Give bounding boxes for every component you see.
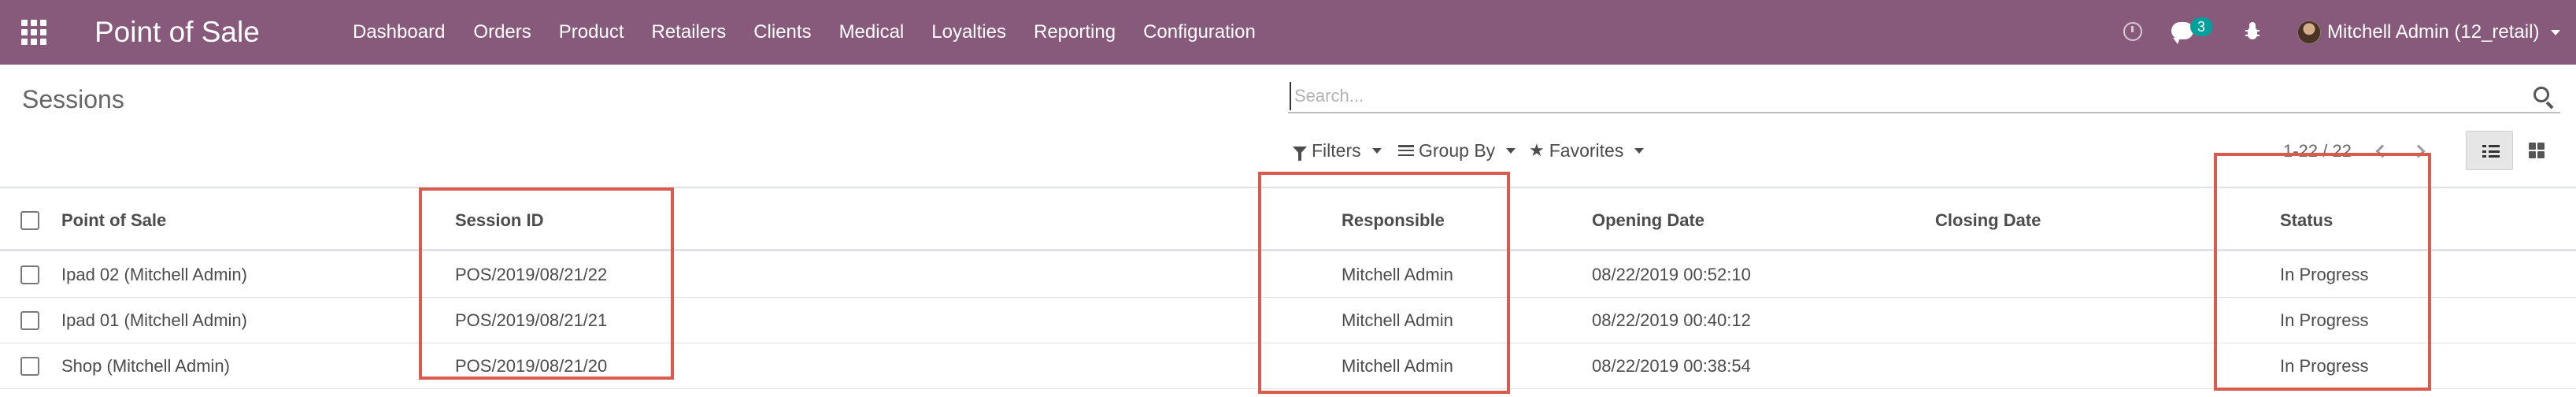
menu-item-retailers[interactable]: Retailers	[652, 20, 727, 44]
cell-session-id: POS/2019/08/21/21	[455, 310, 608, 330]
filters-button[interactable]: Filters	[1293, 139, 1382, 162]
cell-status: In Progress	[2280, 310, 2369, 330]
menu-item-reporting[interactable]: Reporting	[1034, 20, 1116, 44]
menu-item-orders[interactable]: Orders	[473, 20, 531, 44]
cell-responsible: Mitchell Admin	[1342, 310, 1453, 330]
favorites-label: Favorites	[1549, 140, 1624, 161]
pager-next-button[interactable]	[2411, 142, 2431, 161]
top-navbar: Point of Sale Dashboard Orders Product R…	[0, 0, 2576, 65]
cell-session-id: POS/2019/08/21/20	[455, 356, 608, 376]
cell-opening-date: 08/22/2019 00:40:12	[1592, 310, 1751, 330]
search-icon[interactable]	[2533, 87, 2554, 109]
row-checkbox[interactable]	[20, 311, 39, 330]
chevron-down-icon	[1634, 147, 1645, 154]
clock-icon[interactable]	[2123, 22, 2142, 41]
list-view-button[interactable]	[2466, 131, 2513, 170]
filter-icon	[1293, 147, 1307, 161]
star-icon: ★	[1529, 140, 1545, 160]
list-view-icon	[2482, 145, 2500, 158]
menu-item-medical[interactable]: Medical	[839, 20, 905, 44]
menu-item-clients[interactable]: Clients	[753, 20, 811, 44]
table-row[interactable]: Shop (Mitchell Admin) POS/2019/08/21/20 …	[0, 343, 2576, 389]
app-title[interactable]: Point of Sale	[94, 13, 260, 51]
cell-point-of-sale: Ipad 01 (Mitchell Admin)	[61, 310, 247, 330]
chevron-down-icon	[1506, 147, 1516, 154]
cell-opening-date: 08/22/2019 00:52:10	[1592, 265, 1751, 284]
cell-responsible: Mitchell Admin	[1342, 356, 1453, 376]
search-bar	[1288, 79, 2560, 113]
table-header: Point of Sale Session ID Responsible Ope…	[0, 188, 2576, 251]
chevron-down-icon[interactable]	[2551, 30, 2560, 35]
pager-previous-button[interactable]	[2371, 142, 2390, 161]
row-checkbox[interactable]	[20, 265, 39, 284]
menu-item-loyalties[interactable]: Loyalties	[931, 20, 1006, 44]
breadcrumb: Sessions	[22, 85, 124, 113]
column-header-closing-date[interactable]: Closing Date	[1935, 209, 2041, 232]
table-row[interactable]: Ipad 02 (Mitchell Admin) POS/2019/08/21/…	[0, 252, 2576, 298]
search-input[interactable]	[1290, 82, 2518, 110]
group-by-button[interactable]: Group By	[1398, 139, 1516, 162]
select-all-checkbox[interactable]	[20, 211, 39, 230]
filters-label: Filters	[1312, 140, 1361, 161]
chevron-left-icon	[2375, 144, 2389, 158]
chevron-down-icon	[1371, 147, 1382, 154]
column-header-responsible[interactable]: Responsible	[1342, 209, 1445, 232]
column-header-point-of-sale[interactable]: Point of Sale	[61, 209, 166, 232]
avatar[interactable]	[2297, 20, 2321, 44]
group-by-label: Group By	[1419, 140, 1496, 161]
cell-status: In Progress	[2280, 356, 2369, 376]
cell-responsible: Mitchell Admin	[1342, 265, 1453, 284]
apps-grid-icon[interactable]	[21, 20, 46, 45]
kanban-view-icon	[2529, 143, 2545, 158]
menu-item-dashboard[interactable]: Dashboard	[353, 20, 445, 44]
column-header-status[interactable]: Status	[2280, 209, 2333, 232]
bars-icon	[1398, 145, 1414, 156]
row-checkbox[interactable]	[20, 357, 39, 376]
chevron-right-icon	[2411, 144, 2426, 158]
favorites-button[interactable]: ★ Favorites	[1529, 139, 1645, 162]
chat-count-badge: 3	[2190, 17, 2212, 36]
cell-point-of-sale: Shop (Mitchell Admin)	[61, 356, 230, 376]
menu-item-product[interactable]: Product	[559, 20, 624, 44]
cell-status: In Progress	[2280, 265, 2369, 284]
table-row[interactable]: Ipad 01 (Mitchell Admin) POS/2019/08/21/…	[0, 298, 2576, 343]
cell-point-of-sale: Ipad 02 (Mitchell Admin)	[61, 265, 247, 284]
user-menu[interactable]: Mitchell Admin (12_retail)	[2327, 20, 2539, 44]
menu-item-configuration[interactable]: Configuration	[1143, 20, 1256, 44]
main-menu: Dashboard Orders Product Retailers Clien…	[353, 20, 1283, 44]
cell-session-id: POS/2019/08/21/22	[455, 265, 608, 284]
column-header-opening-date[interactable]: Opening Date	[1592, 209, 1704, 232]
pager-value[interactable]: 1-22 / 22	[2283, 140, 2352, 162]
bug-icon[interactable]	[2245, 22, 2260, 41]
cell-opening-date: 08/22/2019 00:38:54	[1592, 356, 1751, 376]
column-header-session-id[interactable]: Session ID	[455, 209, 543, 232]
kanban-view-button[interactable]	[2513, 131, 2560, 170]
